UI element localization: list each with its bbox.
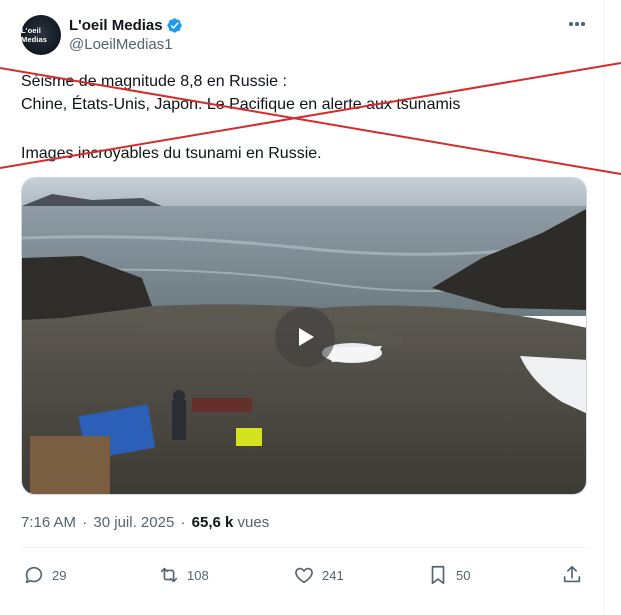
action-bar: 29 108 241 50 xyxy=(21,560,591,590)
share-button[interactable] xyxy=(561,560,583,590)
video-player[interactable] xyxy=(21,177,587,495)
tweet-meta: 7:16 AM · 30 juil. 2025 · 65,6 k vues xyxy=(21,514,270,531)
reply-count: 29 xyxy=(52,567,67,583)
like-count: 241 xyxy=(322,567,344,583)
divider xyxy=(21,547,591,548)
tweet-text-line: Séisme de magnitude 8,8 en Russie : xyxy=(21,73,287,90)
play-button[interactable] xyxy=(275,307,335,367)
reply-icon xyxy=(25,566,43,584)
tweet-text-line: Chine, États-Unis, Japon. Le Pacifique e… xyxy=(21,96,461,113)
tweet-time[interactable]: 7:16 AM xyxy=(21,514,76,531)
view-label: vues xyxy=(237,514,270,531)
repost-icon xyxy=(160,567,178,583)
tweet-date[interactable]: 30 juil. 2025 xyxy=(93,514,174,531)
repost-count: 108 xyxy=(187,567,209,583)
repost-button[interactable]: 108 xyxy=(158,560,209,590)
view-count: 65,6 k xyxy=(191,514,234,531)
tweet-text-line: Images incroyables du tsunami en Russie. xyxy=(21,145,322,162)
more-dot-icon xyxy=(569,22,573,26)
bookmark-count: 50 xyxy=(456,567,471,583)
tweet-card[interactable]: L'oeil Medias L'oeil Medias @LoeilMedias… xyxy=(0,0,621,615)
heart-icon xyxy=(295,567,313,584)
author-handle[interactable]: @LoeilMedias1 xyxy=(69,36,173,53)
verified-badge-icon xyxy=(166,17,182,33)
more-dot-icon xyxy=(581,22,585,26)
tweet-text: Séisme de magnitude 8,8 en Russie : Chin… xyxy=(21,70,591,165)
avatar-logo-text: L'oeil Medias xyxy=(21,26,48,44)
more-options-button[interactable] xyxy=(563,14,591,34)
more-dot-icon xyxy=(575,22,579,26)
author-name-row[interactable]: L'oeil Medias xyxy=(69,15,183,35)
share-icon xyxy=(563,565,581,583)
author-name[interactable]: L'oeil Medias xyxy=(69,17,163,34)
reply-button[interactable]: 29 xyxy=(23,560,66,590)
like-button[interactable]: 241 xyxy=(293,560,344,590)
bookmark-button[interactable]: 50 xyxy=(427,560,470,590)
avatar[interactable]: L'oeil Medias xyxy=(21,15,61,55)
play-icon xyxy=(299,328,314,346)
bookmark-icon xyxy=(431,565,445,585)
